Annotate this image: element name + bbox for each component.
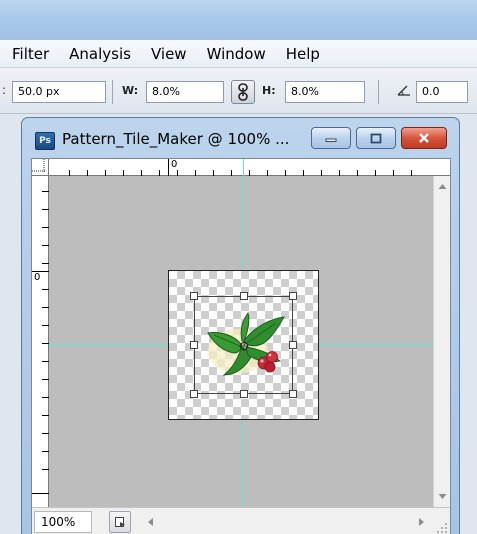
transform-handle-right[interactable]	[289, 341, 297, 349]
vertical-ruler-zero: 0	[34, 272, 41, 283]
transform-handle-top-left[interactable]	[190, 292, 198, 300]
options-bar-edge: :	[2, 83, 7, 97]
vertical-scrollbar[interactable]	[433, 176, 450, 507]
y-position-field[interactable]: 50.0 px	[12, 81, 106, 103]
maximize-button[interactable]	[356, 127, 396, 149]
resize-grip-icon[interactable]	[436, 522, 448, 534]
zoom-level-field[interactable]: 100%	[34, 511, 92, 533]
transform-handle-top[interactable]	[240, 292, 248, 300]
maximize-icon	[370, 133, 382, 143]
document-canvas-area[interactable]: 0 0 100%	[31, 158, 451, 534]
height-label: H:	[262, 84, 276, 97]
scroll-right-arrow-icon[interactable]	[414, 515, 428, 529]
minimize-icon	[325, 138, 337, 142]
close-button[interactable]	[401, 127, 447, 149]
document-window: Ps Pattern_Tile_Maker @ 100% ... 0 0 100…	[21, 117, 460, 534]
vertical-ruler-ticks	[32, 191, 49, 494]
photoshop-document-icon: Ps	[35, 132, 55, 150]
close-icon	[419, 133, 429, 143]
transform-handle-top-right[interactable]	[289, 292, 297, 300]
separator	[378, 80, 379, 104]
scroll-down-arrow-icon[interactable]	[434, 489, 451, 503]
horizontal-ruler-zero: 0	[171, 159, 178, 170]
menu-bar: Filter Analysis View Window Help	[0, 40, 477, 68]
horizontal-ruler[interactable]: 0	[32, 159, 450, 176]
reference-point-icon	[239, 341, 249, 351]
menu-window[interactable]: Window	[207, 45, 266, 63]
options-bar: : 50.0 px W: 8.0% H: 8.0% 0.0	[0, 68, 477, 114]
transform-handle-bottom[interactable]	[240, 390, 248, 398]
vertical-ruler[interactable]: 0	[32, 176, 49, 507]
document-info-icon	[115, 517, 125, 527]
rotation-angle-field[interactable]: 0.0	[416, 81, 468, 103]
maintain-aspect-ratio-button[interactable]	[231, 80, 255, 104]
menu-analysis[interactable]: Analysis	[69, 45, 131, 63]
ruler-origin[interactable]	[32, 159, 49, 176]
ruler-origin-marker	[32, 159, 46, 173]
width-field[interactable]: 8.0%	[146, 81, 224, 103]
scroll-up-arrow-icon[interactable]	[434, 180, 451, 194]
status-bar: 100%	[32, 507, 450, 534]
transform-handle-left[interactable]	[190, 341, 198, 349]
window-frame-top	[0, 0, 477, 40]
document-title: Pattern_Tile_Maker @ 100% ...	[62, 130, 290, 148]
menu-filter[interactable]: Filter	[12, 45, 49, 63]
horizontal-ruler-ticks	[69, 159, 412, 176]
scroll-left-arrow-icon[interactable]	[144, 515, 158, 529]
document-info-button[interactable]	[109, 511, 131, 533]
width-label: W:	[122, 84, 139, 97]
menu-help[interactable]: Help	[286, 45, 320, 63]
minimize-button[interactable]	[311, 127, 351, 149]
separator	[112, 80, 113, 104]
angle-icon	[397, 85, 410, 96]
menu-view[interactable]: View	[151, 45, 187, 63]
chain-link-icon	[238, 83, 248, 101]
transform-handle-bottom-left[interactable]	[190, 390, 198, 398]
transform-handle-bottom-right[interactable]	[289, 390, 297, 398]
height-field[interactable]: 8.0%	[285, 81, 365, 103]
